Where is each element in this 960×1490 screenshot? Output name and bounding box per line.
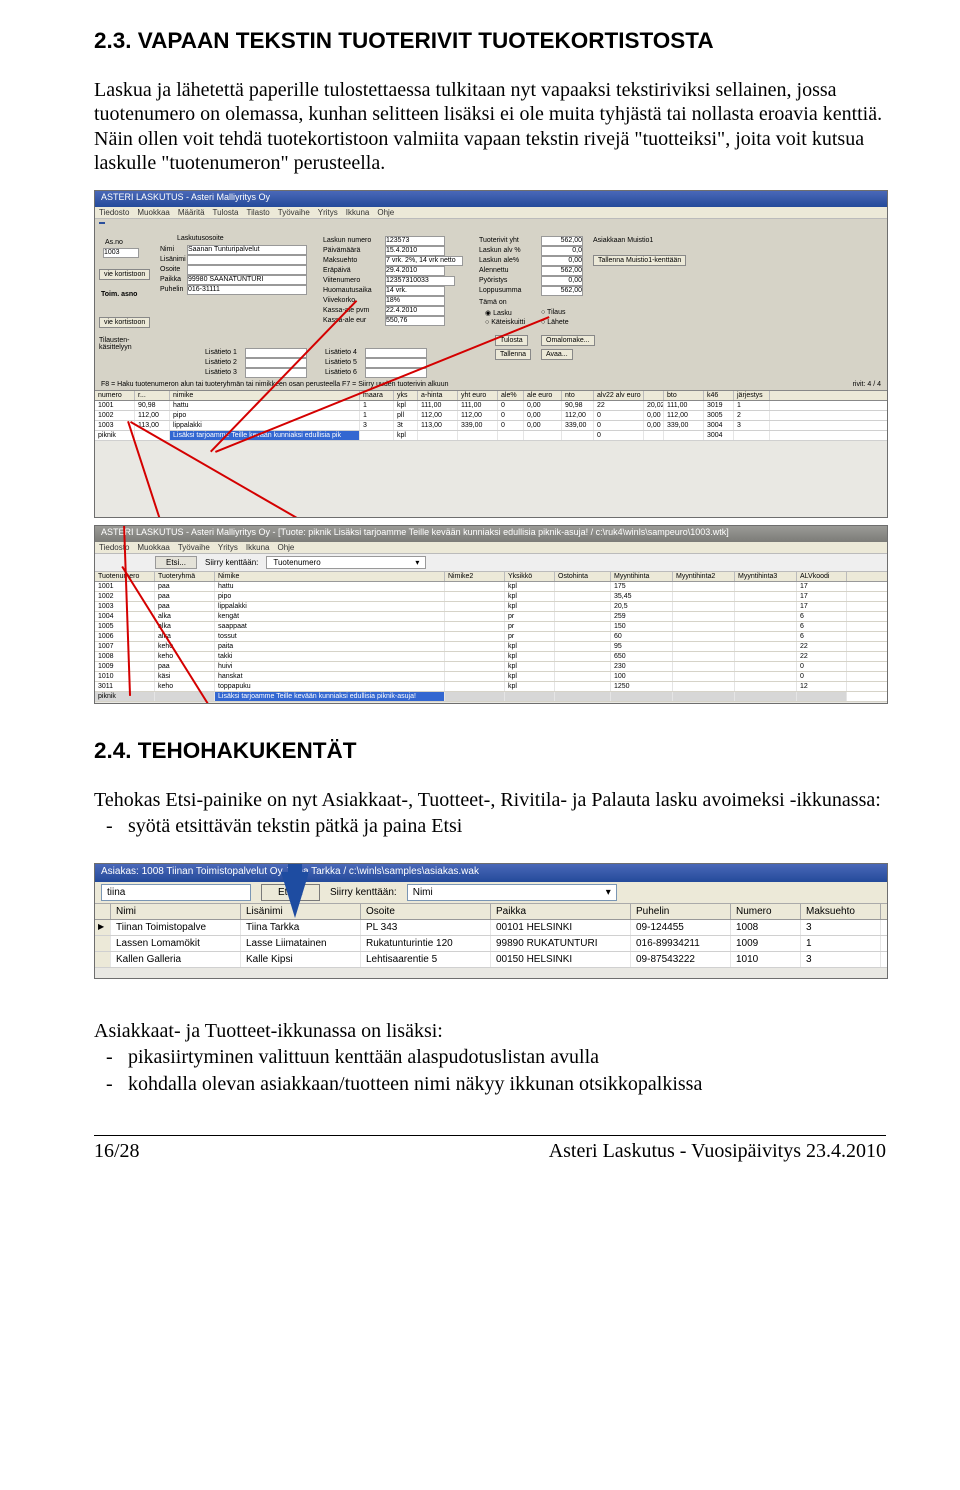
field-paikka[interactable]: 99980 SAANATUNTURI <box>187 275 307 285</box>
f-keys-hint: F8 = Haku tuotenumeron alun tai tuoteryh… <box>101 381 448 388</box>
label-tilausten: Tilausten- käsittelyyn <box>99 337 132 351</box>
panel-title <box>99 222 105 224</box>
field-tuoterivit: 562,00 <box>541 236 583 246</box>
field-kassaeur[interactable]: 550,76 <box>385 316 445 326</box>
siirry-label-3: Siirry kenttään: <box>330 887 397 898</box>
label-alennettu: Alennettu <box>479 267 509 274</box>
field-nimi[interactable]: Saanan Tunturipalvelut <box>187 245 307 255</box>
screenshot-product-list: ASTERI LASKUTUS - Asteri Malliyritys Oy … <box>94 525 888 704</box>
menu-bar: TiedostoMuokkaaMääritäTulostaTilastoTyöv… <box>95 207 887 219</box>
window-title-2: ASTERI LASKUTUS - Asteri Malliyritys Oy … <box>95 526 887 542</box>
label-lisanimi: Lisänimi <box>160 256 186 263</box>
siirry-combo-3[interactable]: Nimi▾ <box>407 884 617 901</box>
field-viive[interactable]: 18% <box>385 296 445 306</box>
rows-count: rivit: 4 / 4 <box>853 381 881 388</box>
label-pyoristys: Pyöristys <box>479 277 507 284</box>
field-loppu: 562,00 <box>541 286 583 296</box>
label-tuoterivit: Tuoterivit yht <box>479 237 519 244</box>
btn-avaa[interactable]: Avaa... <box>541 349 573 360</box>
label-muistio: Asiakkaan Muistio1 <box>593 237 653 244</box>
btn-tallenna-muistio[interactable]: Tallenna Muistio1-kenttään <box>593 255 686 266</box>
field-erapaiva[interactable]: 29.4.2010 <box>385 266 445 276</box>
label-kassaeur: Kassa-ale eur <box>323 317 366 324</box>
section-2-4-para: Tehokas Etsi-painike on nyt Asiakkaat-, … <box>94 788 886 812</box>
label-tama-on: Tämä on <box>479 299 507 306</box>
btn-vie-kortistoon[interactable]: vie kortistoon <box>99 269 150 280</box>
field-lisanimi[interactable] <box>187 255 307 265</box>
etsi-button[interactable]: Etsi... <box>155 556 197 569</box>
footer-doc-title: Asteri Laskutus - Vuosipäivitys 23.4.201… <box>549 1140 886 1163</box>
section-2-4-para2: Asiakkaat- ja Tuotteet-ikkunassa on lisä… <box>94 1019 886 1043</box>
field-pyoristys: 0,00 <box>541 276 583 286</box>
field-puhelin[interactable]: 016-31111 <box>187 285 307 295</box>
field-laskunalv: 0,0 <box>541 246 583 256</box>
field-maksuehto[interactable]: 7 vrk. 2%, 14 vrk netto <box>385 256 463 266</box>
screenshot-invoice-entry: ASTERI LASKUTUS - Asteri Malliyritys Oy … <box>94 190 888 518</box>
bullet-1: syötä etsittävän tekstin pätkä ja paina … <box>128 814 886 839</box>
label-laskutusosoite: Laskutusosoite <box>177 235 224 242</box>
section-2-3-para: Laskua ja lähetettä paperille tulostetta… <box>94 78 886 176</box>
label-paikka: Paikka <box>160 276 181 283</box>
label-laskunnum: Laskun numero <box>323 237 371 244</box>
siirry-label: Siirry kenttään: <box>205 558 258 567</box>
label-huom: Huomautusaika <box>323 287 372 294</box>
label-puhelin: Puhelin <box>160 286 183 293</box>
label-erapaiva: Eräpäivä <box>323 267 351 274</box>
label-toim-asno: Toim. asno <box>101 291 137 298</box>
window-title: ASTERI LASKUTUS - Asteri Malliyritys Oy <box>95 191 887 207</box>
field-osoite[interactable] <box>187 265 307 275</box>
field-ale: 0,00 <box>541 256 583 266</box>
bullet-3: kohdalla olevan asiakkaan/tuotteen nimi … <box>128 1072 886 1097</box>
btn-omalomake[interactable]: Omalomake... <box>541 335 595 346</box>
btn-tallenna[interactable]: Tallenna <box>495 349 531 360</box>
label-viitenum: Viitenumero <box>323 277 360 284</box>
label-viive: Viivekorko <box>323 297 355 304</box>
field-kassapvm[interactable]: 22.4.2010 <box>385 306 445 316</box>
label-osoite: Osoite <box>160 266 180 273</box>
label-nimi: Nimi <box>160 246 174 253</box>
field-asno[interactable]: 1003 <box>103 248 139 258</box>
section-2-4-title: 2.4. TEHOHAKUKENTÄT <box>94 738 886 764</box>
btn-tulosta[interactable]: Tulosta <box>495 335 528 346</box>
menu-bar-2: TiedostoMuokkaaTyövaiheYritysIkkunaOhje <box>95 542 887 554</box>
bullet-2: pikasiirtyminen valittuun kenttään alasp… <box>128 1045 886 1070</box>
label-asno: As.no <box>105 239 123 246</box>
label-kassapvm: Kassa-ale pvm <box>323 307 369 314</box>
btn-vie-kortistoon-2[interactable]: vie kortistoon <box>99 317 150 328</box>
label-ale: Laskun ale% <box>479 257 519 264</box>
footer-page: 16/28 <box>94 1140 140 1163</box>
search-input[interactable]: tiina <box>101 884 251 901</box>
field-alennettu: 562,00 <box>541 266 583 276</box>
field-pvm[interactable]: 15.4.2010 <box>385 246 445 256</box>
window-title-3: Asiakas: 1008 Tiinan Toimistopalvelut Oy… <box>95 864 887 882</box>
label-maksuehto: Maksuehto <box>323 257 357 264</box>
section-2-3-title: 2.3. VAPAAN TEKSTIN TUOTERIVIT TUOTEKORT… <box>94 28 886 54</box>
siirry-combo[interactable]: Tuotenumero▾ <box>266 556 426 569</box>
screenshot-asiakas-search: Asiakas: 1008 Tiinan Toimistopalvelut Oy… <box>94 863 888 979</box>
field-laskunnum[interactable]: 123573 <box>385 236 445 246</box>
label-pvm: Päivämäärä <box>323 247 360 254</box>
field-viitenum[interactable]: 12357310033 <box>385 276 455 286</box>
label-loppu: Loppusumma <box>479 287 521 294</box>
label-laskunalv: Laskun alv % <box>479 247 521 254</box>
field-huom[interactable]: 14 vrk. <box>385 286 445 296</box>
